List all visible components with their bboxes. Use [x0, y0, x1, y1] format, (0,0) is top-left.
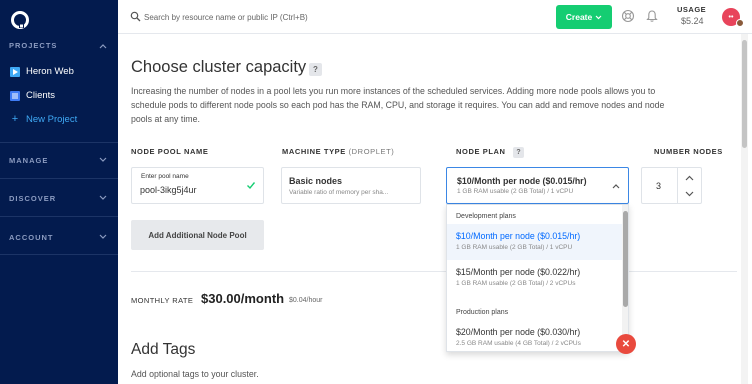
usage-value[interactable]: $5.24 — [681, 16, 704, 26]
machine-type-select[interactable]: Basic nodes Variable ratio of memory per… — [281, 167, 421, 204]
option-subtitle: 2.5 GB RAM usable (4 GB Total) / 2 vCPUs — [456, 340, 581, 347]
search-input[interactable] — [144, 9, 444, 25]
dropdown-group-label: Production plans — [456, 309, 509, 316]
sidebar-item-heron-web[interactable]: Heron Web — [10, 66, 74, 77]
plus-icon: + — [11, 113, 19, 125]
create-label: Create — [565, 12, 593, 22]
pool-name-field[interactable]: Enter pool name — [131, 167, 264, 204]
usage-label: USAGE — [677, 5, 707, 14]
dropdown-scrollbar-thumb[interactable] — [623, 211, 628, 307]
top-bar: Create USAGE $5.24 •• — [118, 0, 752, 34]
option-subtitle: 1 GB RAM usable (2 GB Total) / 2 vCPUs — [456, 280, 576, 287]
number-nodes-stepper[interactable]: 3 — [641, 167, 702, 204]
hourly-rate-value: $0.04/hour — [289, 297, 323, 304]
option-title: $20/Month per node ($0.030/hr) — [456, 327, 581, 337]
dropdown-option[interactable]: $15/Month per node ($0.022/hr) 1 GB RAM … — [447, 260, 622, 296]
help-icon[interactable]: ? — [309, 63, 322, 76]
chevron-up-icon — [612, 184, 620, 189]
node-plan-desc: 1 GB RAM usable (2 GB Total) / 1 vCPU — [457, 188, 574, 195]
chevron-up-icon[interactable] — [99, 43, 107, 49]
main-scrollbar-thumb[interactable] — [742, 40, 747, 148]
machine-type-desc: Variable ratio of memory per sha... — [289, 189, 389, 196]
create-button[interactable]: Create — [556, 5, 612, 29]
list-icon — [10, 90, 20, 101]
add-tags-description: Add optional tags to your cluster. — [131, 369, 259, 379]
digitalocean-logo[interactable] — [10, 10, 30, 30]
help-icon[interactable]: ? — [513, 147, 525, 158]
decrement-icon[interactable] — [685, 191, 694, 197]
pool-name-small-label: Enter pool name — [141, 173, 189, 180]
chevron-down-icon[interactable] — [99, 234, 107, 240]
new-project-link[interactable]: + New Project — [10, 113, 77, 125]
machine-type-sub: (DROPLET) — [348, 147, 395, 156]
number-nodes-label: NUMBER NODES — [654, 147, 723, 156]
checkmark-icon — [247, 182, 256, 190]
divider — [677, 168, 678, 203]
machine-type-label: MACHINE TYPE (DROPLET) — [282, 147, 394, 156]
monthly-rate-value: $30.00/month — [201, 291, 285, 306]
add-tags-title: Add Tags — [131, 341, 196, 358]
play-icon — [10, 66, 20, 77]
sidebar-item-clients[interactable]: Clients — [10, 90, 55, 101]
account-heading[interactable]: ACCOUNT — [9, 233, 54, 242]
add-node-pool-button[interactable]: Add Additional Node Pool — [131, 220, 264, 250]
monthly-rate-label: MONTHLY RATE — [131, 296, 194, 305]
divider — [131, 271, 737, 272]
discover-heading[interactable]: DISCOVER — [9, 194, 56, 203]
chevron-down-icon[interactable] — [99, 195, 107, 201]
avatar-badge — [736, 19, 744, 27]
option-subtitle: 1 GB RAM usable (2 GB Total) / 1 vCPU — [456, 244, 573, 251]
sidebar: PROJECTS Heron Web Clients + New Project… — [0, 0, 118, 384]
bell-icon[interactable] — [645, 9, 659, 23]
search-icon — [130, 11, 141, 22]
capacity-description: Increasing the number of nodes in a pool… — [131, 86, 665, 124]
node-plan-label-text: NODE PLAN — [456, 147, 506, 156]
chevron-down-icon[interactable] — [99, 157, 107, 163]
dropdown-option[interactable]: $10/Month per node ($0.015/hr) 1 GB RAM … — [447, 224, 622, 260]
node-plan-select[interactable]: $10/Month per node ($0.015/hr) 1 GB RAM … — [446, 167, 629, 204]
node-pool-name-label: NODE POOL NAME — [131, 147, 209, 156]
pool-name-input[interactable] — [140, 185, 240, 195]
new-project-label: New Project — [26, 113, 78, 125]
node-plan-dropdown[interactable]: Development plans $10/Month per node ($0… — [446, 204, 629, 352]
watermark-icon: ✕ — [616, 334, 636, 354]
sidebar-item-label: Heron Web — [26, 66, 74, 77]
node-plan-title: $10/Month per node ($0.015/hr) — [457, 176, 587, 186]
page-title: Choose cluster capacity — [131, 58, 307, 76]
divider — [0, 178, 118, 179]
divider — [0, 254, 118, 255]
projects-heading: PROJECTS — [9, 41, 58, 50]
dropdown-option[interactable]: $20/Month per node ($0.030/hr) 2.5 GB RA… — [447, 320, 622, 351]
help-circle-icon[interactable] — [621, 9, 635, 23]
option-title: $10/Month per node ($0.015/hr) — [456, 231, 581, 241]
dropdown-group-label: Development plans — [456, 213, 516, 220]
chevron-down-icon — [595, 15, 602, 19]
divider — [0, 142, 118, 143]
machine-type-label-text: MACHINE TYPE — [282, 147, 346, 156]
machine-type-title: Basic nodes — [289, 176, 343, 186]
increment-icon[interactable] — [685, 175, 694, 181]
number-nodes-value[interactable]: 3 — [656, 181, 661, 191]
divider — [0, 216, 118, 217]
sidebar-item-label: Clients — [26, 90, 56, 101]
node-plan-label: NODE PLAN ? — [456, 147, 525, 158]
option-title: $15/Month per node ($0.022/hr) — [456, 267, 581, 277]
manage-heading[interactable]: MANAGE — [9, 156, 48, 165]
